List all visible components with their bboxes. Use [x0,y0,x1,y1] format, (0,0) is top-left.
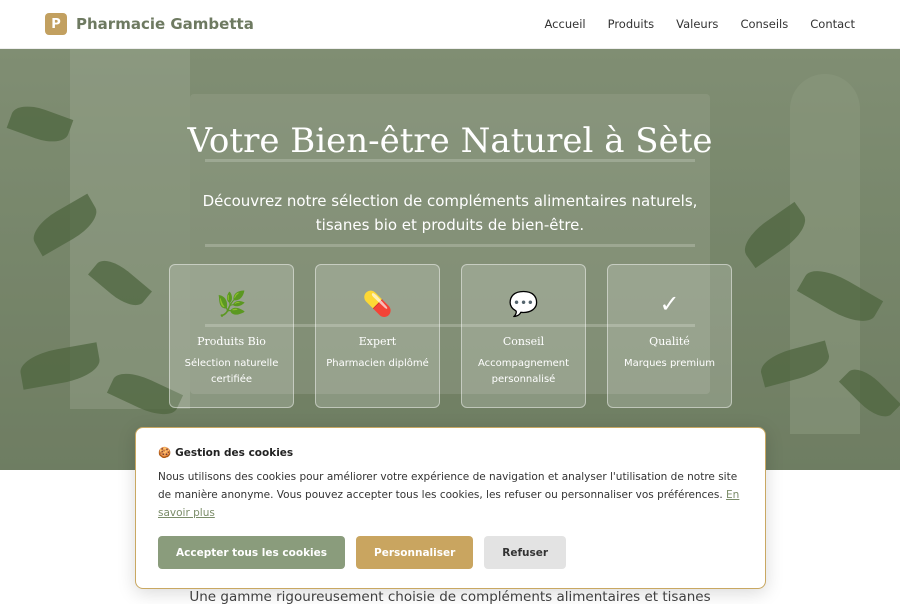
hero-title: Votre Bien-être Naturel à Sète [187,121,713,161]
nav-valeurs[interactable]: Valeurs [676,17,718,31]
speech-bubble-icon: 💬 [508,290,539,318]
feature-title: Expert [358,335,397,348]
feature-card-expert: 💊 Expert Pharmacien diplômé [315,264,440,408]
feature-desc: Pharmacien diplômé [326,358,429,369]
feature-card-conseil: 💬 Conseil Accompagnement personnalisé [461,264,586,408]
feature-desc: Accompagnement personnalisé [478,358,569,385]
brand[interactable]: P Pharmacie Gambetta [45,13,254,35]
cookie-title-text: Gestion des cookies [175,446,294,459]
cookie-title: 🍪 Gestion des cookies [158,446,743,460]
feature-title: Conseil [502,335,545,348]
hero-subtitle: Découvrez notre sélection de compléments… [202,192,698,234]
feature-card-qualite: ✓ Qualité Marques premium [607,264,732,408]
feature-cards: 🌿 Produits Bio Sélection naturelle certi… [169,264,732,408]
feature-desc: Marques premium [624,358,715,369]
cookie-description: Nous utilisons des cookies pour améliore… [158,471,738,501]
feature-card-bio: 🌿 Produits Bio Sélection naturelle certi… [169,264,294,408]
feature-desc: Sélection naturelle certifiée [184,358,279,385]
nav-contact[interactable]: Contact [810,17,855,31]
products-intro-text: Une gamme rigoureusement choisie de comp… [189,589,711,604]
nav-accueil[interactable]: Accueil [545,17,586,31]
feature-title: Qualité [649,335,690,348]
feature-title: Produits Bio [197,335,266,348]
cookie-text: Nous utilisons des cookies pour améliore… [158,468,743,522]
checkmark-icon: ✓ [659,290,680,318]
nav-produits[interactable]: Produits [608,17,655,31]
accept-all-cookies-button[interactable]: Accepter tous les cookies [158,536,346,569]
customize-cookies-button[interactable]: Personnaliser [356,536,474,569]
cookie-icon: 🍪 [158,447,172,459]
refuse-cookies-button[interactable]: Refuser [484,536,567,569]
brand-name: Pharmacie Gambetta [76,15,254,33]
pill-icon: 💊 [362,290,393,318]
logo-icon: P [45,13,67,35]
main-nav: Accueil Produits Valeurs Conseils Contac… [545,17,855,31]
herb-icon: 🌿 [216,290,247,318]
cookie-banner: 🍪 Gestion des cookies Nous utilisons des… [135,427,766,589]
nav-conseils[interactable]: Conseils [740,17,788,31]
cookie-buttons: Accepter tous les cookies Personnaliser … [158,536,743,569]
site-header: P Pharmacie Gambetta Accueil Produits Va… [0,0,900,49]
hero-section: Votre Bien-être Naturel à Sète Découvrez… [0,49,900,470]
